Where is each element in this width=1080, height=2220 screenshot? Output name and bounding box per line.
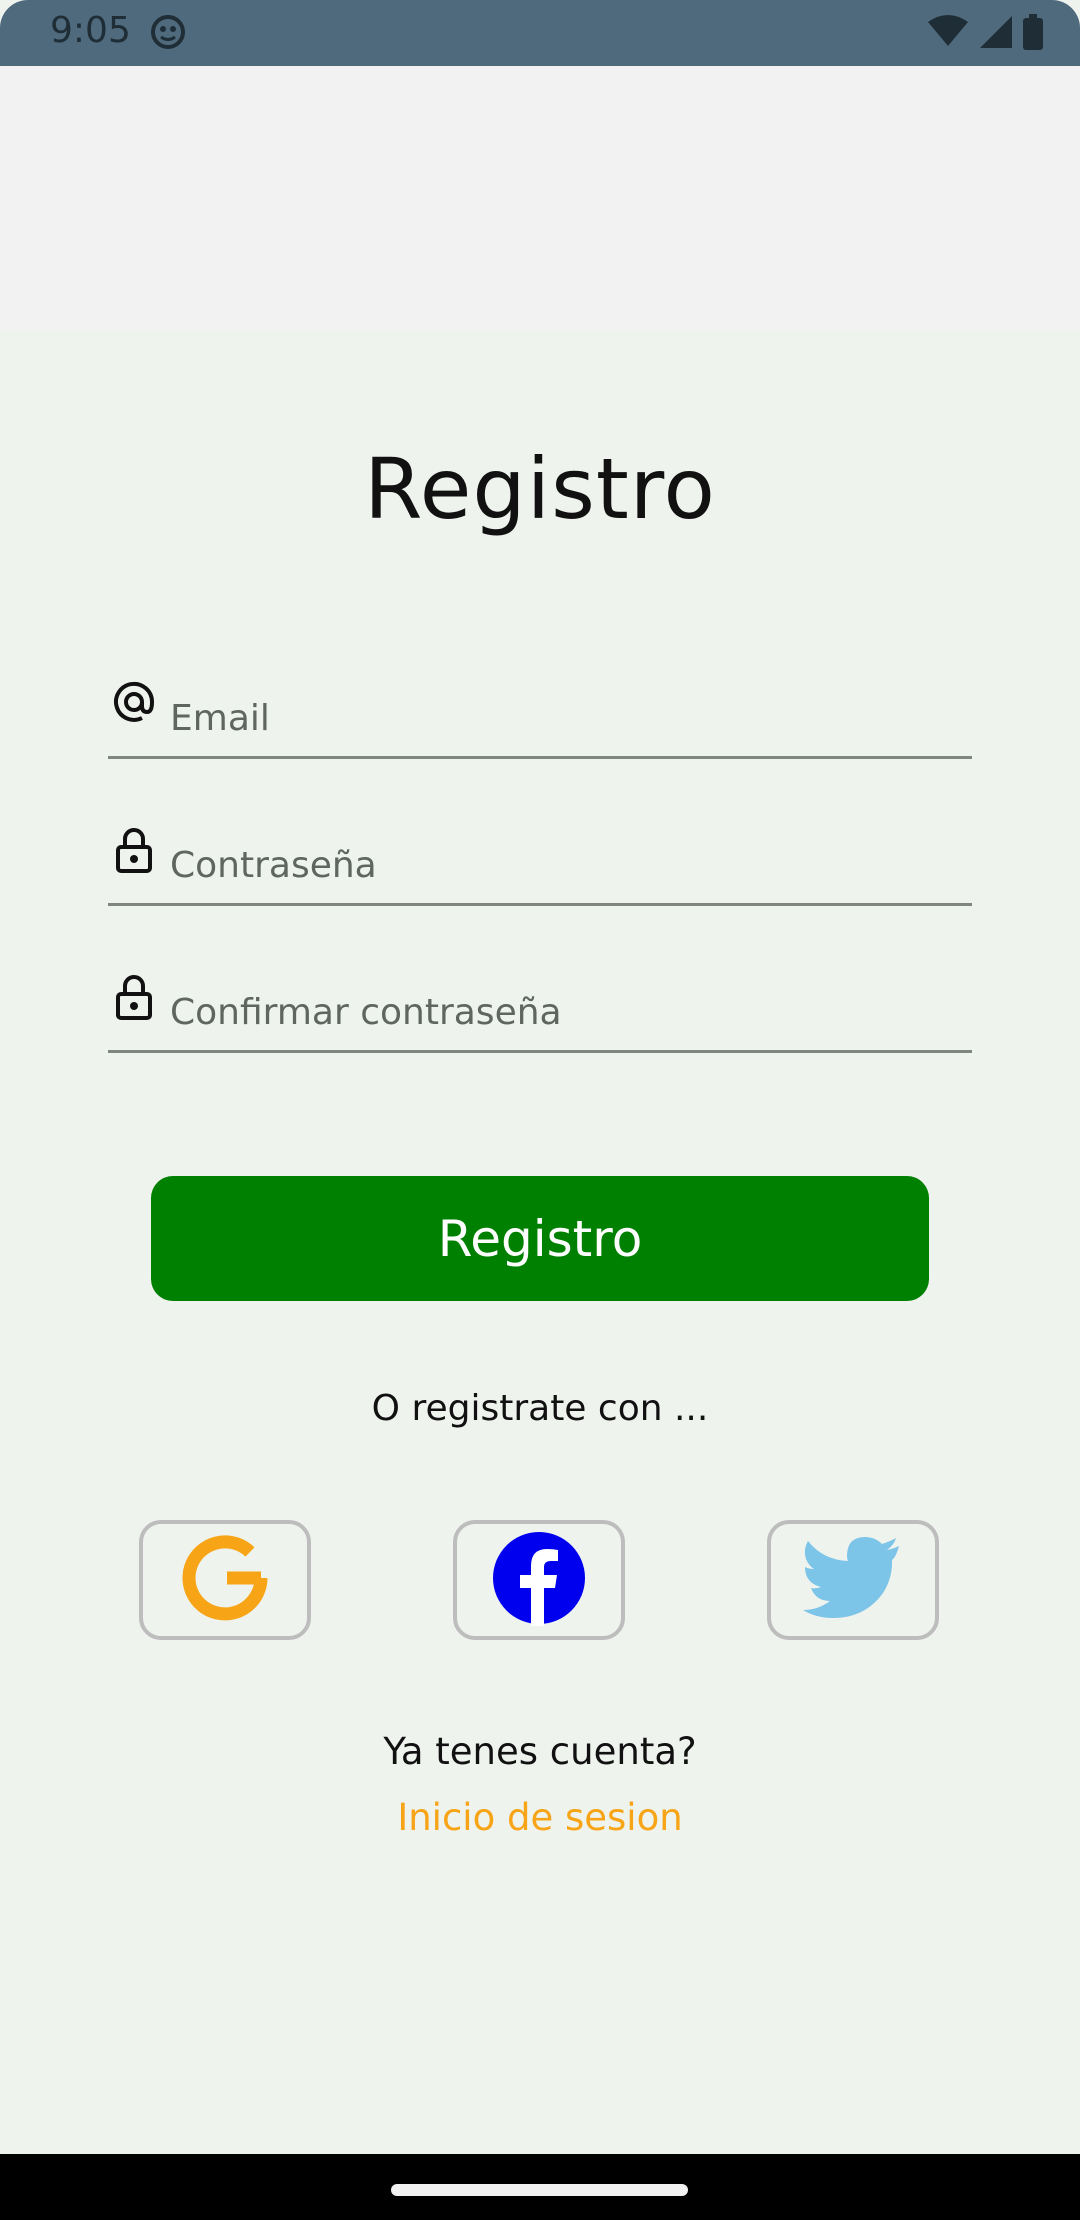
facebook-button[interactable] xyxy=(453,1520,625,1640)
facebook-icon xyxy=(491,1530,587,1630)
at-icon xyxy=(112,680,156,726)
register-button[interactable]: Registro xyxy=(151,1176,929,1301)
confirm-password-input[interactable] xyxy=(170,986,960,1038)
lock-icon xyxy=(112,974,156,1020)
twitter-icon xyxy=(803,1536,903,1624)
wifi-icon xyxy=(926,14,970,54)
signal-icon xyxy=(978,14,1014,54)
status-bar: 9:05 xyxy=(0,0,1080,66)
password-input[interactable] xyxy=(170,839,960,891)
lock-icon xyxy=(112,827,156,873)
status-time: 9:05 xyxy=(50,10,131,51)
login-link[interactable]: Inicio de sesion xyxy=(0,1796,1080,1839)
confirm-password-field-container[interactable] xyxy=(108,974,972,1053)
status-right-icons xyxy=(926,14,1044,54)
navigation-bar xyxy=(0,2154,1080,2220)
google-button[interactable] xyxy=(139,1520,311,1640)
account-question: Ya tenes cuenta? xyxy=(383,1730,697,1773)
header-band xyxy=(0,66,1080,330)
home-gesture-handle[interactable] xyxy=(391,2184,688,2196)
google-icon xyxy=(177,1530,273,1630)
email-field-container[interactable] xyxy=(108,680,972,759)
battery-icon xyxy=(1022,14,1044,54)
app-notification-icon xyxy=(150,14,186,54)
page-title: Registro xyxy=(364,440,716,538)
email-input[interactable] xyxy=(170,692,960,744)
register-with-label: O registrate con ... xyxy=(371,1388,709,1429)
password-field-container[interactable] xyxy=(108,827,972,906)
twitter-button[interactable] xyxy=(767,1520,939,1640)
